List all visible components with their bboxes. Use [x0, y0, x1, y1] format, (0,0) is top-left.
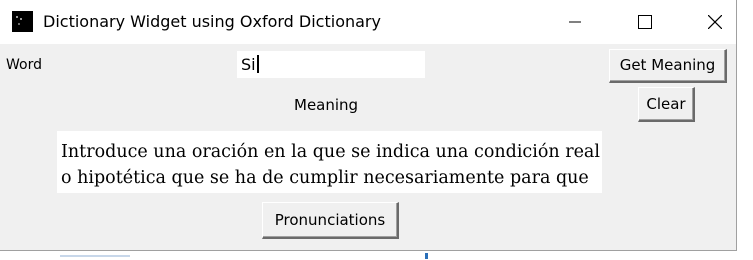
background-window-edge [0, 251, 753, 260]
meaning-line: o hipotética que se ha de cumplir necesa… [61, 168, 589, 188]
close-button[interactable] [692, 0, 738, 44]
meaning-line: Introduce una oración en la que se indic… [61, 142, 600, 162]
word-input[interactable]: Si [237, 51, 425, 78]
word-input-value: Si [241, 55, 256, 74]
maximize-icon [638, 15, 652, 29]
close-icon [708, 15, 722, 29]
get-meaning-button[interactable]: Get Meaning [609, 49, 727, 83]
text-caret [256, 55, 259, 73]
word-label: Word [6, 57, 42, 73]
clear-button[interactable]: Clear [638, 87, 695, 122]
minimize-button[interactable] [552, 0, 598, 44]
meaning-label: Meaning [294, 96, 359, 114]
maximize-button[interactable] [622, 0, 668, 44]
title-bar[interactable]: Dictionary Widget using Oxford Dictionar… [0, 0, 736, 44]
app-window: Dictionary Widget using Oxford Dictionar… [0, 0, 737, 251]
window-title: Dictionary Widget using Oxford Dictionar… [43, 12, 381, 31]
app-icon [12, 11, 33, 32]
pronunciations-button[interactable]: Pronunciations [262, 202, 399, 239]
meaning-text-area[interactable]: Introduce una oración en la que se indic… [57, 131, 602, 193]
minimize-icon [569, 21, 581, 23]
